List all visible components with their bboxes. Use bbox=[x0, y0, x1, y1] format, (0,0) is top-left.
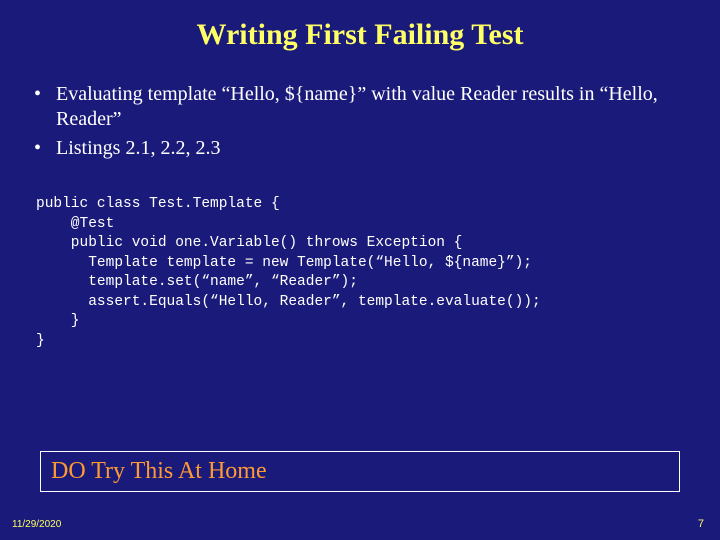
bullet-text: Listings 2.1, 2.2, 2.3 bbox=[56, 136, 690, 161]
bullet-list: • Evaluating template “Hello, ${name}” w… bbox=[34, 82, 690, 161]
slide-title: Writing First Failing Test bbox=[30, 18, 690, 52]
callout-box: DO Try This At Home bbox=[40, 451, 680, 492]
slide: Writing First Failing Test • Evaluating … bbox=[0, 0, 720, 540]
footer-date: 11/29/2020 bbox=[12, 519, 61, 530]
bullet-item: • Evaluating template “Hello, ${name}” w… bbox=[34, 82, 690, 132]
page-number: 7 bbox=[698, 518, 704, 530]
bullet-dot: • bbox=[34, 82, 56, 132]
callout-container: DO Try This At Home bbox=[40, 451, 680, 492]
bullet-text: Evaluating template “Hello, ${name}” wit… bbox=[56, 82, 690, 132]
bullet-item: • Listings 2.1, 2.2, 2.3 bbox=[34, 136, 690, 161]
bullet-dot: • bbox=[34, 136, 56, 161]
code-block: public class Test.Template { @Test publi… bbox=[36, 195, 690, 352]
